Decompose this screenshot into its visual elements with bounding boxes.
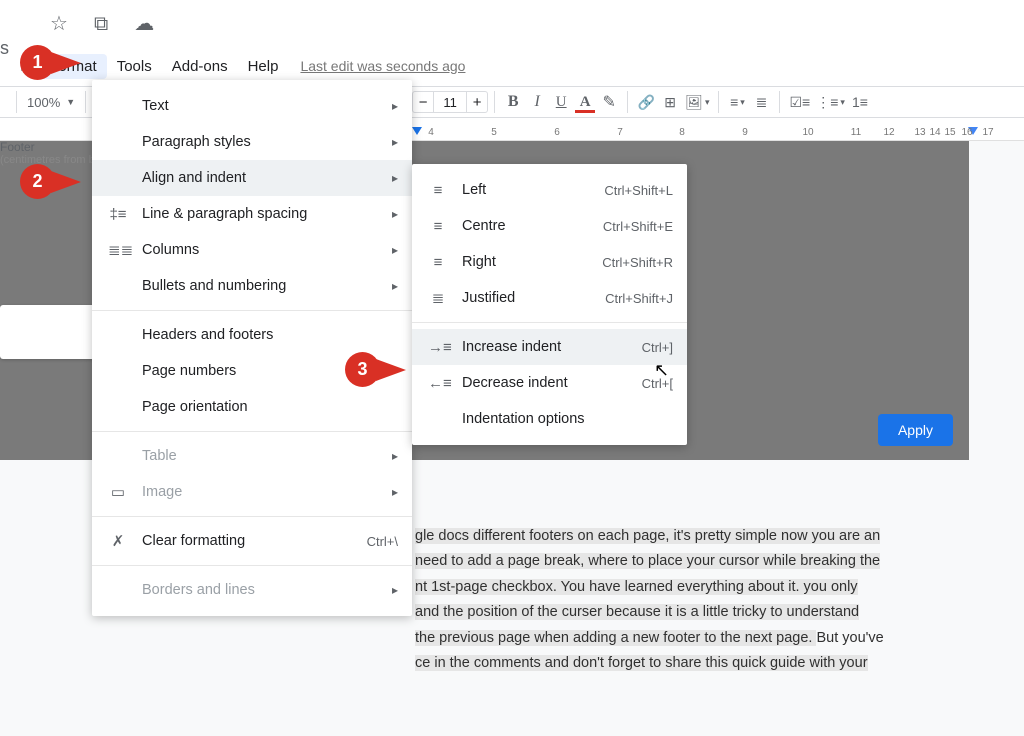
cloud-status-icon[interactable]: ☁	[134, 14, 154, 34]
add-comment-button[interactable]: ⊞	[658, 90, 682, 114]
checklist-button[interactable]: ☑≡	[786, 90, 813, 114]
move-to-drive-icon[interactable]: ⧉	[94, 14, 108, 34]
menu-item-paragraph-styles[interactable]: Paragraph styles▸	[92, 124, 412, 160]
callout-1: 1	[20, 45, 55, 80]
ruler-tick: 6	[554, 127, 560, 138]
font-size-control[interactable]: − 11 +	[412, 91, 488, 113]
increase-font-button[interactable]: +	[466, 91, 488, 113]
menu-item-borders-lines: Borders and lines▸	[92, 572, 412, 608]
align-centre-icon: ≡	[428, 218, 448, 235]
menu-item-align-justified[interactable]: ≣JustifiedCtrl+Shift+J	[412, 280, 687, 316]
ruler-tick: 11	[851, 127, 861, 138]
ruler-tick: 12	[883, 127, 894, 138]
align-indent-submenu: ≡LeftCtrl+Shift+L ≡CentreCtrl+Shift+E ≡R…	[412, 164, 687, 445]
numbered-list-button[interactable]: 1≡	[848, 90, 872, 114]
ruler-tick: 14	[929, 127, 940, 138]
callout-3: 3	[345, 352, 380, 387]
bold-button[interactable]: B	[501, 90, 525, 114]
callout-2: 2	[20, 164, 55, 199]
cursor-icon: ↖	[654, 360, 669, 381]
body-text: But you've	[816, 630, 883, 646]
menu-item-page-orientation[interactable]: Page orientation	[92, 389, 412, 425]
text-color-button[interactable]: A	[573, 90, 597, 114]
align-right-icon: ≡	[428, 254, 448, 271]
image-icon: ▭	[108, 483, 128, 501]
selected-text: nt 1st-page checkbox. You have learned e…	[415, 579, 858, 595]
zoom-dropdown[interactable]: 100% ▼	[23, 95, 79, 110]
ruler-tick: 15	[944, 127, 955, 138]
decrease-indent-icon: ←≡	[428, 375, 448, 392]
menu-item-indentation-options[interactable]: Indentation options	[412, 401, 687, 437]
insert-image-button[interactable]: 🖼▾	[682, 90, 712, 114]
clear-format-icon: ✗	[108, 532, 128, 550]
ruler-tick: 7	[617, 127, 623, 138]
highlight-button[interactable]: ✎	[597, 90, 621, 114]
ruler-tick: 16	[961, 127, 972, 138]
menu-item-clear-formatting[interactable]: ✗Clear formattingCtrl+\	[92, 523, 412, 559]
menu-tools[interactable]: Tools	[107, 54, 162, 79]
ruler-tick: 10	[802, 127, 813, 138]
footer-margin-label: Footer	[0, 140, 35, 154]
increase-indent-icon: →≡	[428, 339, 448, 356]
ruler-tick: 4	[428, 127, 434, 138]
align-button[interactable]: ≡▾	[725, 90, 749, 114]
selected-text: the previous page when adding a new foot…	[415, 630, 816, 646]
ruler-tick: 9	[742, 127, 748, 138]
ruler-tick: 8	[679, 127, 685, 138]
menu-item-align-right[interactable]: ≡RightCtrl+Shift+R	[412, 244, 687, 280]
decrease-font-button[interactable]: −	[412, 91, 434, 113]
columns-icon: ≣≣	[108, 241, 128, 259]
menu-addons[interactable]: Add-ons	[162, 54, 238, 79]
chevron-down-icon: ▼	[66, 97, 75, 107]
menu-item-align-left[interactable]: ≡LeftCtrl+Shift+L	[412, 172, 687, 208]
underline-button[interactable]: U	[549, 90, 573, 114]
menu-item-columns[interactable]: ≣≣Columns▸	[92, 232, 412, 268]
align-justify-icon: ≣	[428, 289, 448, 307]
ruler-tick: 17	[982, 127, 993, 138]
bulleted-list-button[interactable]: ⋮≡▾	[813, 90, 848, 114]
menu-item-bullets-numbering[interactable]: Bullets and numbering▸	[92, 268, 412, 304]
apply-button[interactable]: Apply	[878, 414, 953, 446]
menu-item-text[interactable]: Text▸	[92, 88, 412, 124]
star-icon[interactable]: ☆	[50, 14, 68, 34]
line-spacing-icon: ‡≡	[108, 206, 128, 223]
menu-item-image: ▭Image▸	[92, 474, 412, 510]
menu-help[interactable]: Help	[238, 54, 289, 79]
selected-text: need to add a page break, where to place…	[415, 553, 880, 569]
selected-text: and the position of the curser because i…	[415, 604, 859, 620]
menu-item-decrease-indent[interactable]: ←≡Decrease indentCtrl+[	[412, 365, 687, 401]
document-body-text[interactable]: gle docs different footers on each page,…	[415, 524, 969, 676]
selected-text: ce in the comments and don't forget to s…	[415, 655, 868, 671]
menu-item-table: Table▸	[92, 438, 412, 474]
menu-item-headers-footers[interactable]: Headers and footers	[92, 317, 412, 353]
font-size-value[interactable]: 11	[433, 91, 467, 113]
last-edit-link[interactable]: Last edit was seconds ago	[300, 58, 465, 74]
indent-start-marker[interactable]	[412, 127, 422, 135]
insert-link-button[interactable]: 🔗	[634, 90, 658, 114]
zoom-value: 100%	[27, 95, 60, 110]
italic-button[interactable]: I	[525, 90, 549, 114]
align-left-icon: ≡	[428, 182, 448, 199]
format-menu: Text▸ Paragraph styles▸ Align and indent…	[92, 80, 412, 616]
menu-item-align-centre[interactable]: ≡CentreCtrl+Shift+E	[412, 208, 687, 244]
menu-item-increase-indent[interactable]: →≡Increase indentCtrl+]	[412, 329, 687, 365]
line-spacing-button[interactable]: ≣	[749, 90, 773, 114]
ruler-tick: 5	[491, 127, 497, 138]
selected-text: gle docs different footers on each page,…	[415, 528, 880, 544]
ruler-tick: 13	[914, 127, 925, 138]
menu-item-line-spacing[interactable]: ‡≡Line & paragraph spacing▸	[92, 196, 412, 232]
menu-item-align-indent[interactable]: Align and indent▸	[92, 160, 412, 196]
